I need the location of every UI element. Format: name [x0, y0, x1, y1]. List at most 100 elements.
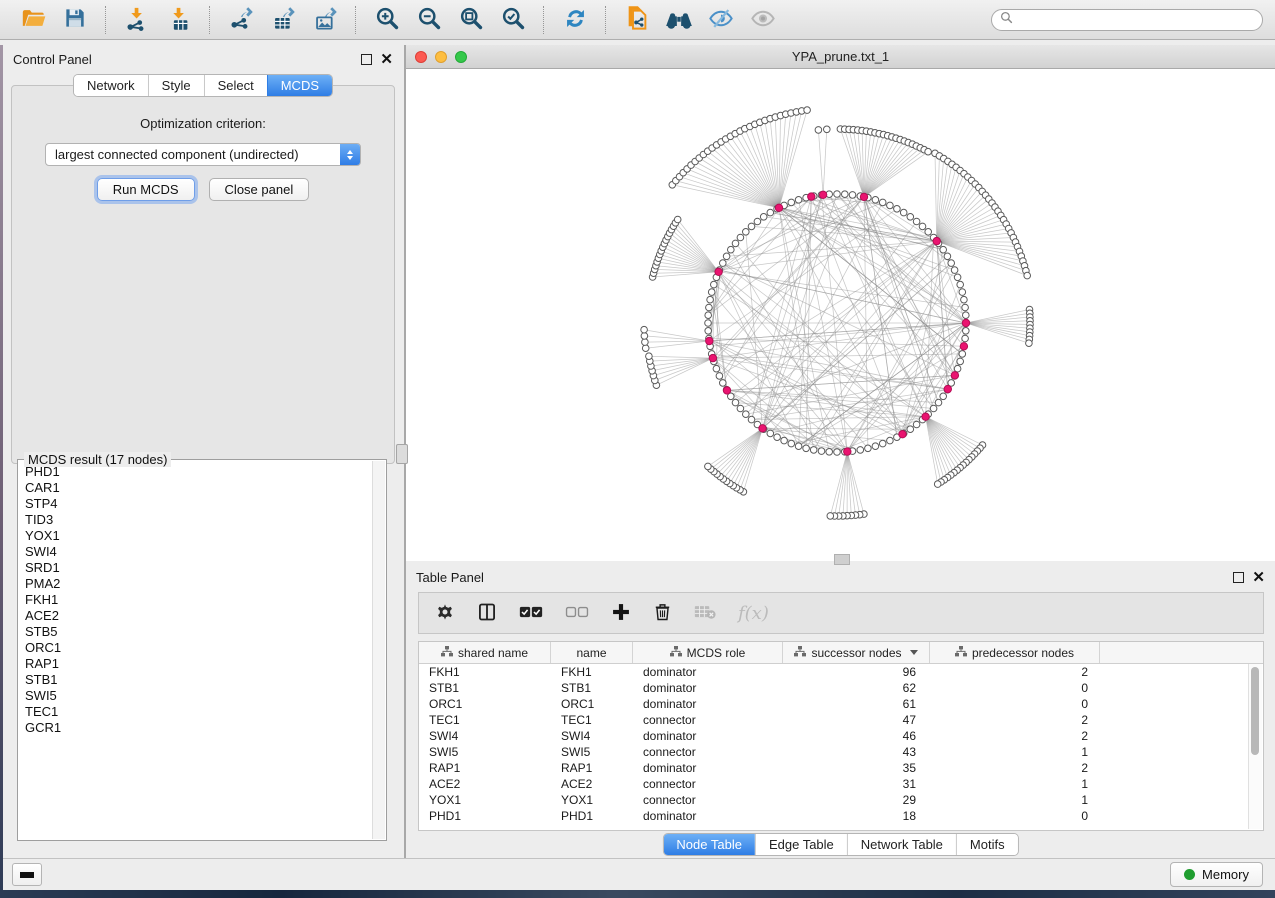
memory-button[interactable]: Memory — [1170, 862, 1263, 887]
table-cell: ORC1 — [419, 697, 551, 711]
table-cell: ORC1 — [551, 697, 633, 711]
zoom-fit-button[interactable] — [455, 4, 487, 36]
mcds-result-item[interactable]: TID3 — [25, 512, 372, 528]
mcds-result-item[interactable]: STP4 — [25, 496, 372, 512]
float-window-icon[interactable] — [361, 54, 372, 65]
add-column-button[interactable] — [611, 600, 631, 626]
table-row[interactable]: ACE2ACE2connector311 — [419, 776, 1263, 792]
find-button[interactable] — [663, 4, 695, 36]
zoom-selected-button[interactable] — [497, 4, 529, 36]
network-list-button[interactable] — [12, 863, 42, 886]
mcds-result-item[interactable]: RAP1 — [25, 656, 372, 672]
column-header-successor-nodes[interactable]: successor nodes — [783, 642, 930, 663]
list-icon — [20, 872, 34, 878]
tab-node-table[interactable]: Node Table — [663, 834, 755, 855]
clear-table-button[interactable] — [694, 600, 716, 626]
table-row[interactable]: ORC1ORC1dominator610 — [419, 696, 1263, 712]
export-image-button[interactable] — [309, 4, 341, 36]
table-scrollbar-thumb[interactable] — [1251, 667, 1259, 755]
export-image-icon — [312, 5, 339, 35]
mcds-list-scrollbar[interactable] — [372, 461, 385, 839]
float-window-icon[interactable] — [1233, 572, 1244, 583]
mcds-result-item[interactable]: ACE2 — [25, 608, 372, 624]
minimize-window-icon[interactable] — [435, 51, 447, 63]
vertical-splitter-handle[interactable] — [396, 444, 408, 464]
column-header-name[interactable]: name — [551, 642, 633, 663]
network-canvas[interactable] — [406, 69, 1275, 561]
mcds-result-item[interactable]: STB5 — [25, 624, 372, 640]
mcds-result-item[interactable]: FKH1 — [25, 592, 372, 608]
table-row[interactable]: SWI4SWI4dominator462 — [419, 728, 1263, 744]
table-row[interactable]: TEC1TEC1connector472 — [419, 712, 1263, 728]
table-scrollbar[interactable] — [1248, 664, 1262, 829]
mcds-result-item[interactable]: ORC1 — [25, 640, 372, 656]
mcds-result-item[interactable]: GCR1 — [25, 720, 372, 736]
memory-button-label: Memory — [1202, 867, 1249, 882]
import-table-icon — [166, 5, 193, 35]
table-cell: dominator — [633, 681, 783, 695]
mcds-result-item[interactable]: SRD1 — [25, 560, 372, 576]
mcds-result-item[interactable]: SWI4 — [25, 544, 372, 560]
network-window-titlebar[interactable]: YPA_prune.txt_1 — [406, 45, 1275, 69]
table-row[interactable]: SWI5SWI5connector431 — [419, 744, 1263, 760]
optimization-criterion-select[interactable]: largest connected component (undirected) — [45, 143, 361, 166]
deselect-all-columns-button[interactable] — [565, 600, 589, 626]
mcds-result-item[interactable]: CAR1 — [25, 480, 372, 496]
save-session-button[interactable] — [59, 4, 91, 36]
mcds-result-item[interactable]: YOX1 — [25, 528, 372, 544]
close-panel-icon[interactable]: ✕ — [380, 52, 393, 67]
table-panel-tabs: Node Table Edge Table Network Table Moti… — [662, 833, 1018, 856]
column-header-predecessor-nodes[interactable]: predecessor nodes — [930, 642, 1100, 663]
tab-style[interactable]: Style — [148, 75, 204, 96]
node-table: shared name name MCDS role successor nod… — [418, 641, 1264, 831]
table-row[interactable]: YOX1YOX1connector291 — [419, 792, 1263, 808]
function-builder-button[interactable]: f(x) — [738, 600, 769, 626]
clone-network-button[interactable] — [621, 4, 653, 36]
import-network-button[interactable] — [121, 4, 153, 36]
table-cell: dominator — [633, 809, 783, 823]
search-input[interactable] — [1019, 11, 1254, 28]
export-network-button[interactable] — [225, 4, 257, 36]
delete-column-button[interactable] — [653, 600, 672, 626]
mcds-result-item[interactable]: PMA2 — [25, 576, 372, 592]
table-row[interactable]: RAP1RAP1dominator352 — [419, 760, 1263, 776]
show-columns-button[interactable] — [477, 600, 497, 626]
show-hidden-button[interactable] — [747, 4, 779, 36]
open-file-button[interactable] — [17, 4, 49, 36]
table-row[interactable]: FKH1FKH1dominator962 — [419, 664, 1263, 680]
mcds-result-item[interactable]: SWI5 — [25, 688, 372, 704]
mcds-result-item[interactable]: PHD1 — [25, 464, 372, 480]
tab-select[interactable]: Select — [204, 75, 267, 96]
table-cell: connector — [633, 777, 783, 791]
close-panel-icon[interactable]: ✕ — [1252, 570, 1265, 585]
tab-network[interactable]: Network — [74, 75, 148, 96]
zoom-out-button[interactable] — [413, 4, 445, 36]
table-settings-button[interactable] — [435, 600, 455, 626]
column-header-shared-name[interactable]: shared name — [419, 642, 551, 663]
fx-icon: f(x) — [738, 603, 769, 624]
table-row[interactable]: PHD1PHD1dominator180 — [419, 808, 1263, 824]
horizontal-splitter-handle[interactable] — [834, 554, 850, 565]
table-cell: ACE2 — [419, 777, 551, 791]
table-row[interactable]: STB1STB1dominator620 — [419, 680, 1263, 696]
close-panel-button[interactable]: Close panel — [209, 178, 310, 201]
refresh-layout-button[interactable] — [559, 4, 591, 36]
eye-slash-icon — [707, 5, 735, 35]
zoom-in-button[interactable] — [371, 4, 403, 36]
mcds-result-item[interactable]: TEC1 — [25, 704, 372, 720]
export-table-button[interactable] — [267, 4, 299, 36]
tab-network-table[interactable]: Network Table — [847, 834, 956, 855]
select-all-columns-button[interactable] — [519, 600, 543, 626]
close-window-icon[interactable] — [415, 51, 427, 63]
tab-mcds[interactable]: MCDS — [267, 75, 332, 96]
column-header-mcds-role[interactable]: MCDS role — [633, 642, 783, 663]
maximize-window-icon[interactable] — [455, 51, 467, 63]
tab-edge-table[interactable]: Edge Table — [755, 834, 847, 855]
mcds-result-item[interactable]: STB1 — [25, 672, 372, 688]
import-table-button[interactable] — [163, 4, 195, 36]
hide-selected-button[interactable] — [705, 4, 737, 36]
tab-motifs[interactable]: Motifs — [956, 834, 1018, 855]
optimization-criterion-value: largest connected component (undirected) — [46, 144, 360, 165]
table-cell: 43 — [783, 745, 930, 759]
run-mcds-button[interactable]: Run MCDS — [97, 178, 195, 201]
